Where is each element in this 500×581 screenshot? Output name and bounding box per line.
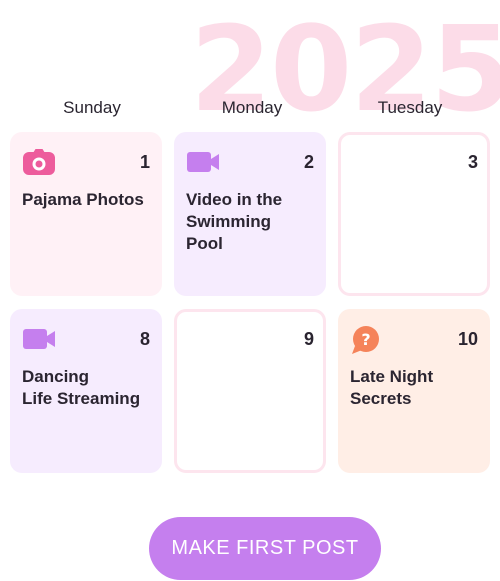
day-header-tuesday: Tuesday [377, 98, 443, 117]
day-card-10[interactable]: ? 10 Late Night Secrets [338, 309, 490, 473]
day-number: 8 [139, 329, 150, 349]
post-title: Late Night Secrets [350, 367, 434, 408]
video-camera-icon [22, 325, 56, 353]
day-number: 9 [303, 329, 314, 349]
post-title: Pajama Photos [22, 190, 144, 209]
day-card-8[interactable]: 8 Dancing Life Streaming [10, 309, 162, 473]
camera-icon [22, 148, 56, 176]
day-card-9[interactable]: 9 [174, 309, 326, 473]
svg-text:?: ? [361, 330, 370, 349]
question-chat-icon: ? [350, 325, 384, 354]
day-number: 10 [457, 329, 478, 349]
day-number: 1 [139, 152, 150, 172]
day-header-sunday: Sunday [63, 98, 121, 117]
post-title: Video in the Swimming Pool [186, 190, 283, 253]
day-card-1[interactable]: 1 Pajama Photos [10, 132, 162, 296]
day-number: 2 [303, 152, 314, 172]
day-header-monday: Monday [221, 98, 283, 117]
make-first-post-button[interactable]: MAKE FIRST POST [149, 517, 381, 580]
day-card-2[interactable]: 2 Video in the Swimming Pool [174, 132, 326, 296]
post-title: Dancing Life Streaming [22, 367, 141, 408]
video-camera-icon [186, 148, 220, 176]
day-card-3[interactable]: 3 [338, 132, 490, 296]
day-number: 3 [467, 152, 478, 172]
